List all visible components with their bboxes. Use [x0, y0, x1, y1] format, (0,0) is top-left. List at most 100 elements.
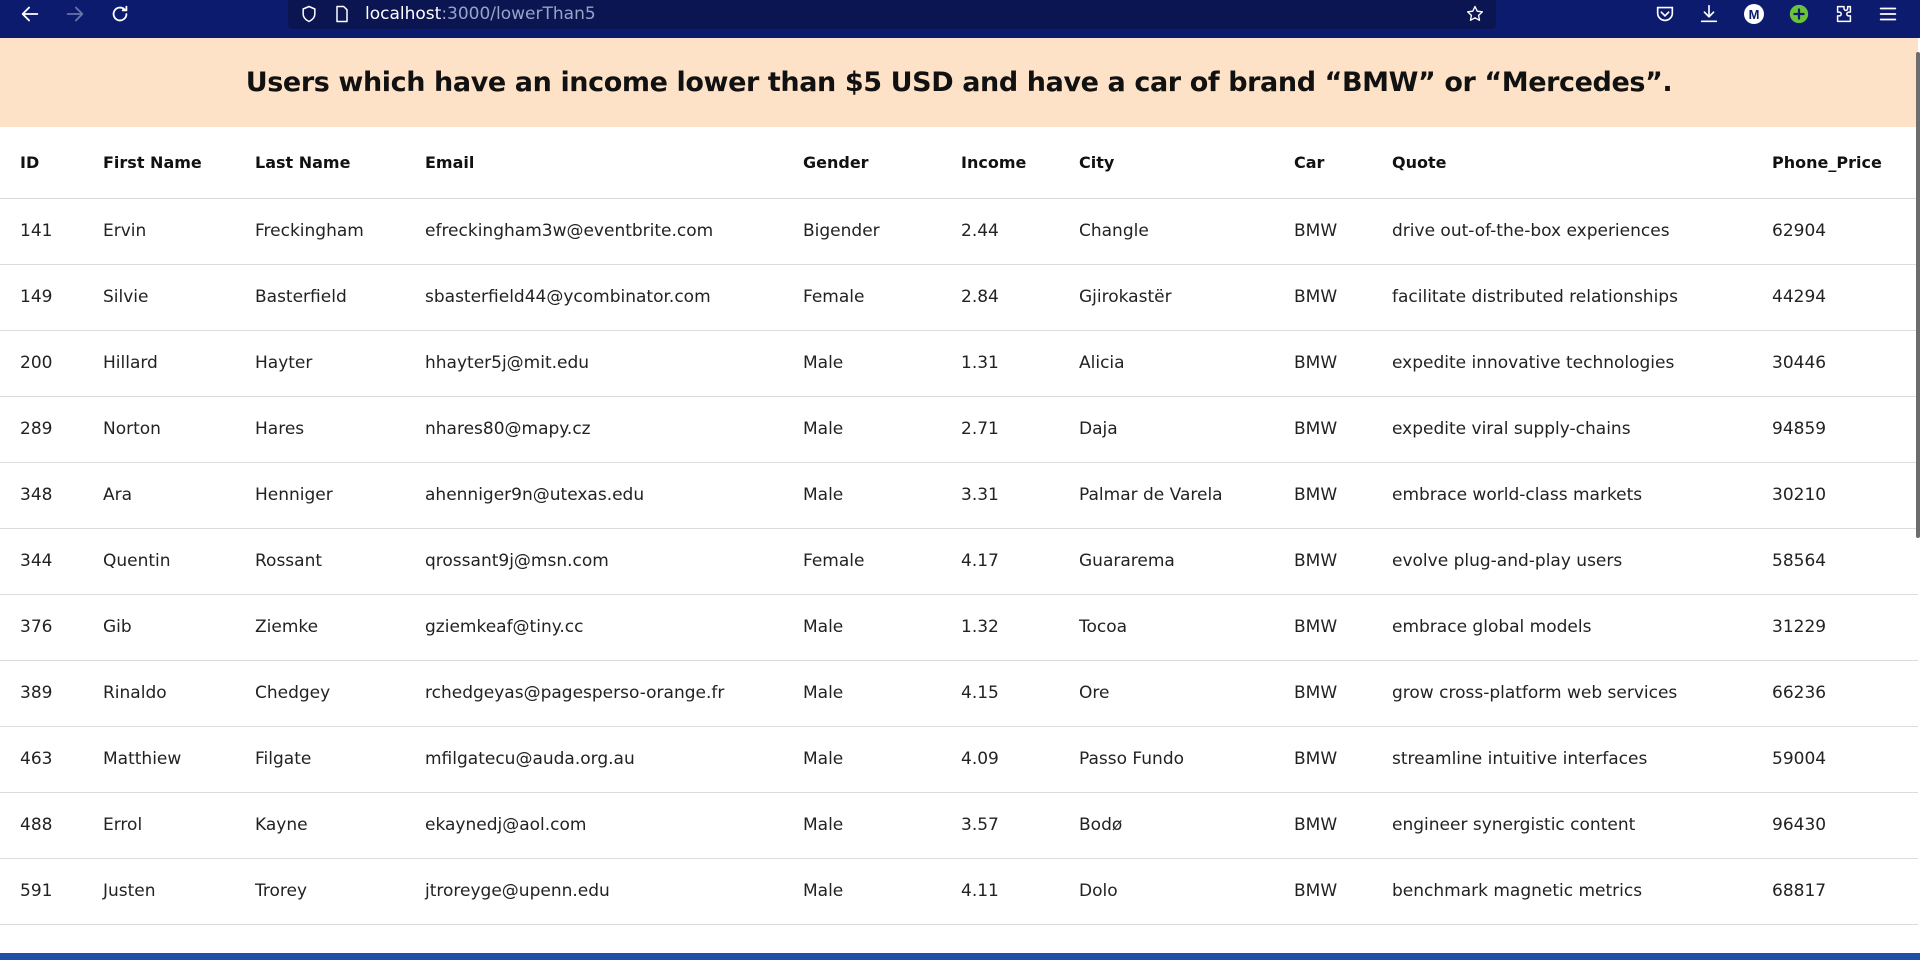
cell-quote: expedite viral supply-chains: [1372, 396, 1752, 463]
column-header-city: City: [1059, 127, 1274, 199]
cell-phone-price: 59004: [1752, 726, 1918, 793]
cell-last-name: Kayne: [235, 792, 405, 859]
cell-gender: Male: [783, 594, 941, 661]
table-row: 149 Silvie Basterfield sbasterfield44@ycomb…: [0, 264, 1918, 331]
cell-last-name: Basterfield: [235, 264, 405, 331]
cell-phone-price: 94859: [1752, 396, 1918, 463]
cell-email: rchedgeyas@pagesperso-orange.fr: [405, 660, 783, 727]
cell-first-name: Justen: [83, 858, 235, 925]
column-header-email: Email: [405, 127, 783, 199]
cell-city: Gjirokastër: [1059, 264, 1274, 331]
cell-gender: Female: [783, 264, 941, 331]
table-row: 348 Ara Henniger ahenniger9n@utexas.edu Male…: [0, 462, 1918, 529]
cell-first-name: Matthiew: [83, 726, 235, 793]
back-button[interactable]: [10, 0, 50, 28]
cell-city: Daja: [1059, 396, 1274, 463]
page-scrollbar[interactable]: [1916, 52, 1920, 538]
table-row: 389 Rinaldo Chedgey rchedgeyas@pagesperso-o…: [0, 660, 1918, 727]
cell-phone-price: 62904: [1752, 198, 1918, 265]
cell-income: 3.57: [941, 792, 1059, 859]
cell-first-name: Silvie: [83, 264, 235, 331]
cell-first-name: Rinaldo: [83, 660, 235, 727]
cell-phone-price: 30210: [1752, 462, 1918, 529]
pocket-icon[interactable]: [1653, 2, 1677, 26]
cell-email: mfilgatecu@auda.org.au: [405, 726, 783, 793]
cell-email: gziemkeaf@tiny.cc: [405, 594, 783, 661]
page-title: Users which have an income lower than $5…: [245, 67, 1673, 98]
column-header-quote: Quote: [1372, 127, 1752, 199]
cell-phone-price: 30446: [1752, 330, 1918, 397]
cell-income: 1.32: [941, 594, 1059, 661]
cell-quote: grow cross-platform web services: [1372, 660, 1752, 727]
page-icon[interactable]: [331, 3, 353, 25]
cell-first-name: Errol: [83, 792, 235, 859]
cell-income: 2.71: [941, 396, 1059, 463]
users-table-container: ID First Name Last Name Email Gender Inc…: [0, 127, 1918, 953]
table-row: 200 Hillard Hayter hhayter5j@mit.edu Male 1.3…: [0, 330, 1918, 397]
menu-hamburger-icon[interactable]: [1876, 2, 1900, 26]
cell-car: BMW: [1274, 264, 1372, 331]
cell-city: Tocoa: [1059, 594, 1274, 661]
cell-email: qrossant9j@msn.com: [405, 528, 783, 595]
address-bar[interactable]: localhost:3000/lowerThan5: [288, 0, 1496, 29]
cell-id: 463: [0, 726, 83, 793]
cell-first-name: Ervin: [83, 198, 235, 265]
forward-arrow-icon: [66, 6, 84, 22]
cell-email: jtroreyge@upenn.edu: [405, 858, 783, 925]
cell-id: 149: [0, 264, 83, 331]
cell-phone-price: 68817: [1752, 858, 1918, 925]
cell-quote: streamline intuitive interfaces: [1372, 726, 1752, 793]
cell-income: 3.31: [941, 462, 1059, 529]
shield-icon[interactable]: [298, 3, 320, 25]
forward-button[interactable]: [55, 0, 95, 28]
back-arrow-icon: [21, 6, 39, 22]
cell-last-name: Henniger: [235, 462, 405, 529]
download-icon[interactable]: [1697, 2, 1721, 26]
cell-gender: Male: [783, 792, 941, 859]
column-header-id: ID: [0, 127, 83, 199]
cell-email: ahenniger9n@utexas.edu: [405, 462, 783, 529]
cell-id: 141: [0, 198, 83, 265]
column-header-car: Car: [1274, 127, 1372, 199]
table-row: 376 Gib Ziemke gziemkeaf@tiny.cc Male 1.32 Toc…: [0, 594, 1918, 661]
cell-last-name: Freckingham: [235, 198, 405, 265]
cell-income: 2.44: [941, 198, 1059, 265]
cell-income: 4.17: [941, 528, 1059, 595]
cell-id: 376: [0, 594, 83, 661]
page-banner: Users which have an income lower than $5…: [0, 38, 1918, 127]
cell-car: BMW: [1274, 528, 1372, 595]
cell-car: BMW: [1274, 858, 1372, 925]
table-row: 289 Norton Hares nhares80@mapy.cz Male 2.71 Da…: [0, 396, 1918, 463]
cell-quote: drive out-of-the-box experiences: [1372, 198, 1752, 265]
cell-income: 4.15: [941, 660, 1059, 727]
users-table: ID First Name Last Name Email Gender Inc…: [0, 127, 1918, 925]
table-body: 141 Ervin Freckingham efreckingham3w@eventb…: [0, 198, 1918, 925]
account-avatar[interactable]: M: [1742, 2, 1766, 26]
reload-button[interactable]: [100, 0, 140, 28]
cell-email: ekaynedj@aol.com: [405, 792, 783, 859]
cell-id: 348: [0, 462, 83, 529]
extension-plus-icon[interactable]: [1787, 2, 1811, 26]
cell-quote: benchmark magnetic metrics: [1372, 858, 1752, 925]
cell-car: BMW: [1274, 198, 1372, 265]
column-header-gender: Gender: [783, 127, 941, 199]
cell-quote: embrace world-class markets: [1372, 462, 1752, 529]
cell-email: hhayter5j@mit.edu: [405, 330, 783, 397]
bookmark-star-icon[interactable]: [1464, 3, 1486, 25]
cell-last-name: Ziemke: [235, 594, 405, 661]
cell-last-name: Chedgey: [235, 660, 405, 727]
table-row: 141 Ervin Freckingham efreckingham3w@eventb…: [0, 198, 1918, 265]
url-text[interactable]: localhost:3000/lowerThan5: [365, 4, 596, 24]
cell-email: sbasterfield44@ycombinator.com: [405, 264, 783, 331]
cell-gender: Male: [783, 660, 941, 727]
bottom-bar: [0, 953, 1920, 960]
url-host: localhost: [365, 4, 442, 24]
cell-car: BMW: [1274, 594, 1372, 661]
cell-first-name: Gib: [83, 594, 235, 661]
cell-gender: Male: [783, 330, 941, 397]
cell-last-name: Trorey: [235, 858, 405, 925]
extensions-puzzle-icon[interactable]: [1832, 2, 1856, 26]
cell-income: 4.11: [941, 858, 1059, 925]
cell-id: 344: [0, 528, 83, 595]
cell-last-name: Hayter: [235, 330, 405, 397]
